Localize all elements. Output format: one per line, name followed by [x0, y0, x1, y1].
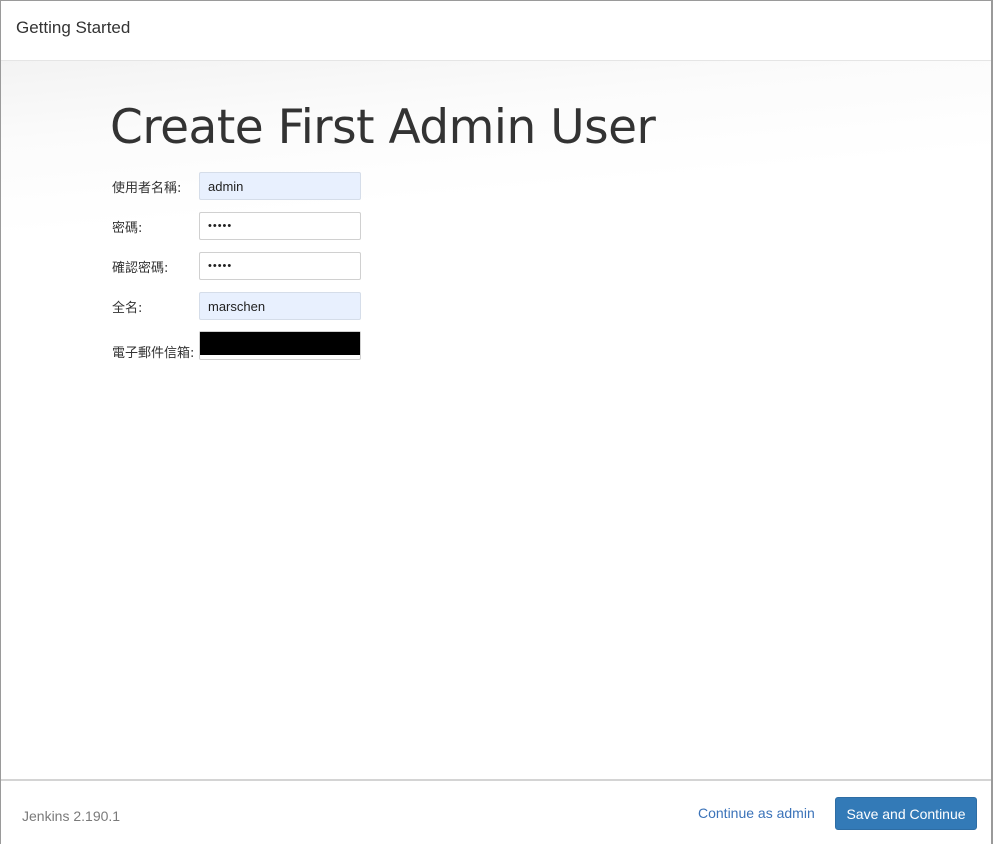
version-label: Jenkins 2.190.1 [22, 808, 121, 824]
save-and-continue-button[interactable]: Save and Continue [835, 797, 977, 830]
wizard-footer: Jenkins 2.190.1 Continue as admin Save a… [1, 779, 991, 845]
header-title: Getting Started [16, 18, 131, 37]
full-name-label: 全名: [112, 301, 143, 316]
confirm-password-label: 確認密碼: [112, 261, 169, 276]
username-input[interactable] [199, 172, 361, 200]
wizard-content: Create First Admin User 使用者名稱: 密碼: 確認密碼:… [1, 61, 991, 779]
continue-as-admin-link[interactable]: Continue as admin [698, 805, 815, 821]
wizard-header: Getting Started [1, 1, 991, 61]
page-title: Create First Admin User [110, 100, 656, 155]
password-input[interactable] [199, 212, 361, 240]
username-label: 使用者名稱: [112, 181, 182, 196]
email-label: 電子郵件信箱: [112, 346, 195, 361]
redaction-bar [200, 332, 360, 355]
password-label: 密碼: [112, 221, 143, 236]
full-name-input[interactable] [199, 292, 361, 320]
email-input[interactable] [199, 331, 361, 360]
confirm-password-input[interactable] [199, 252, 361, 280]
setup-wizard-window: Getting Started Create First Admin User … [0, 0, 993, 845]
